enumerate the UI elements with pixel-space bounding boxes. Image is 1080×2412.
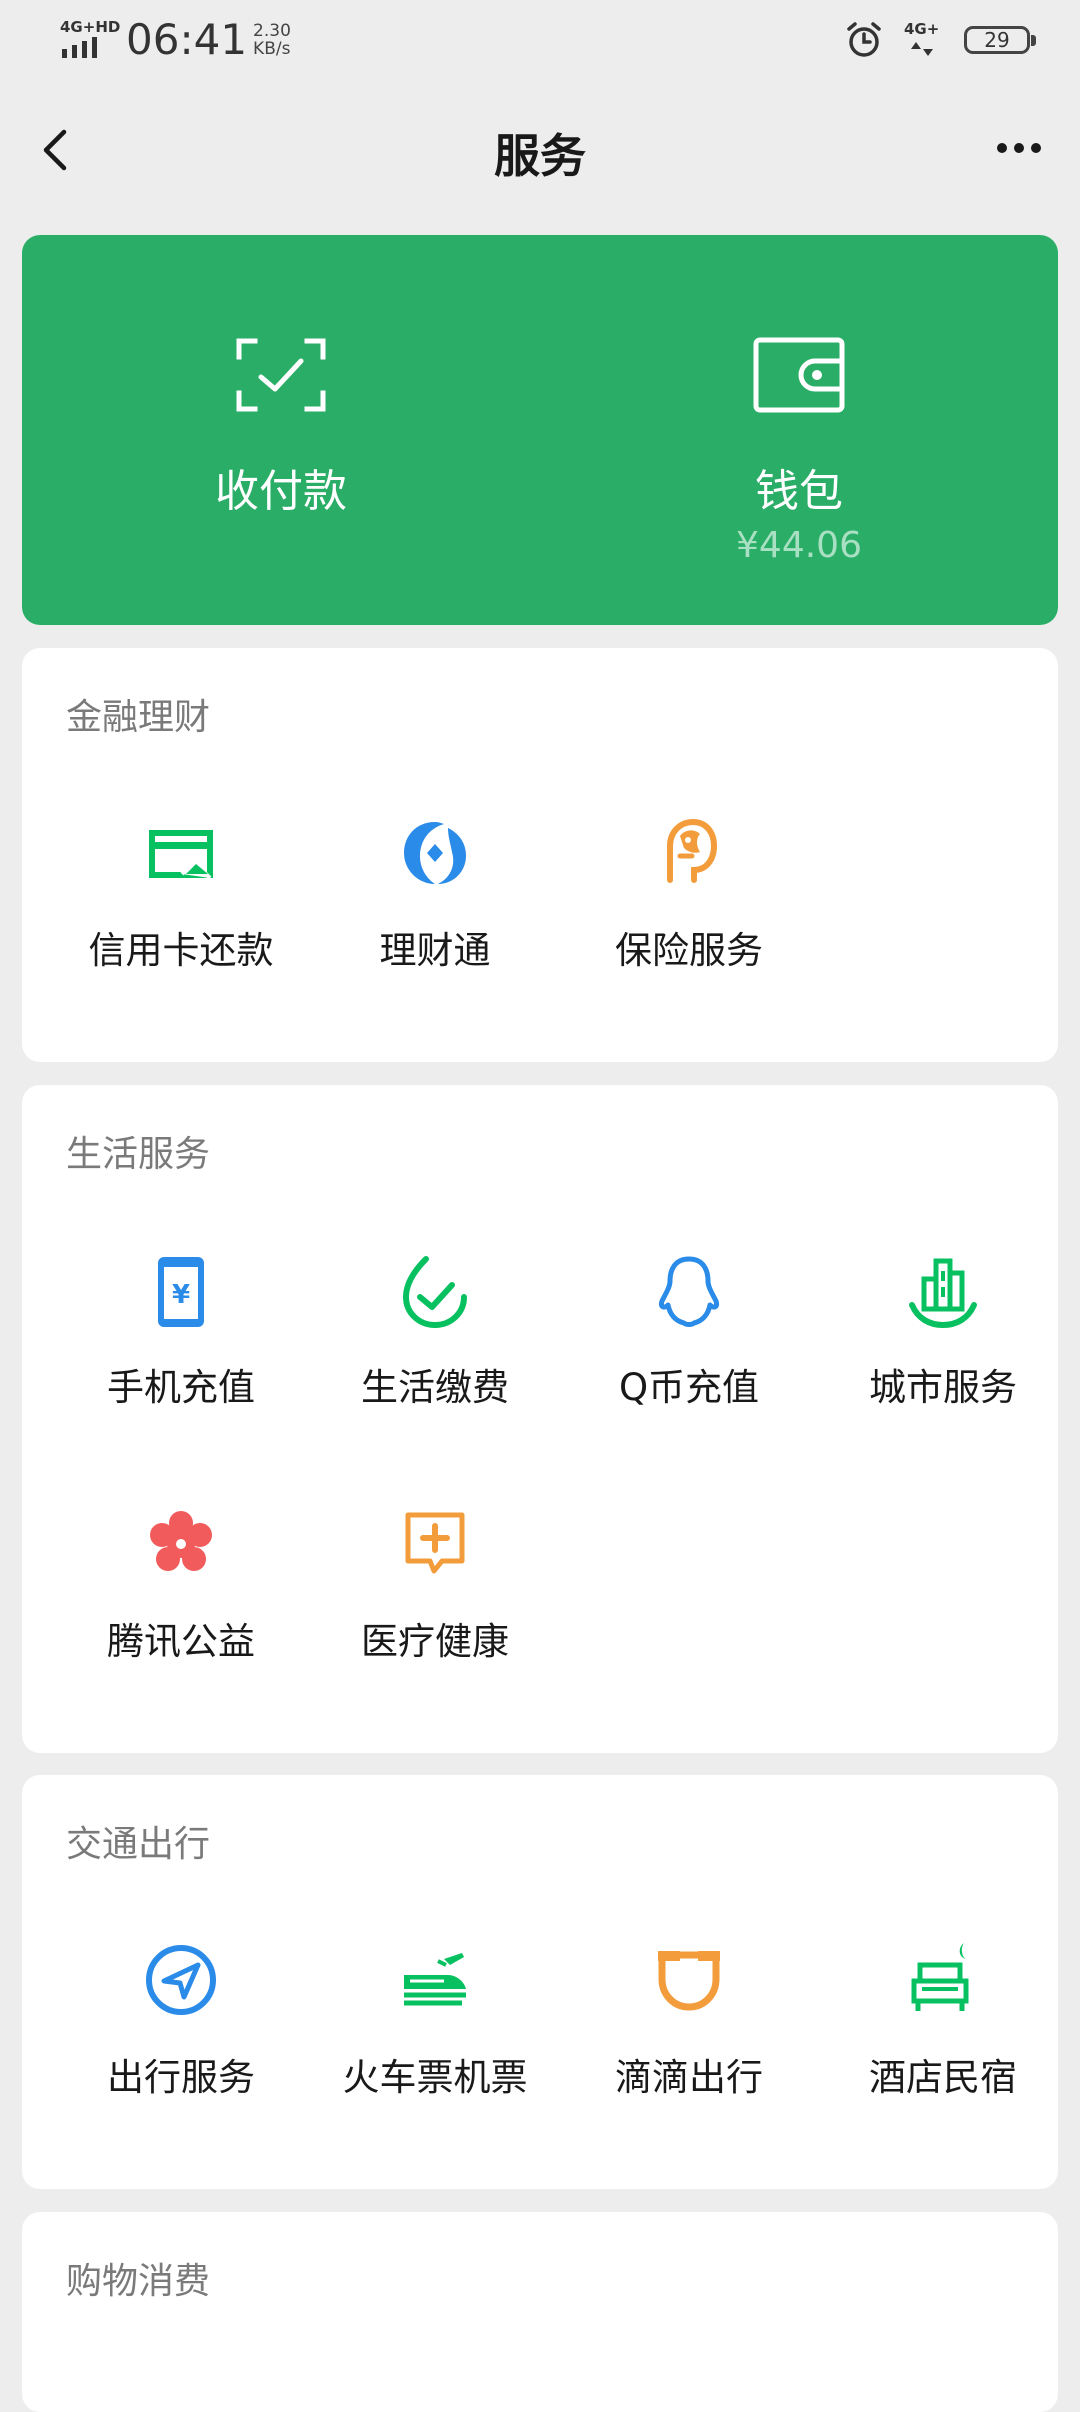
credit-card-icon: [149, 830, 213, 880]
didi-tile[interactable]: 滴滴出行: [562, 1935, 816, 2125]
insurance-tile[interactable]: 保险服务: [562, 808, 816, 998]
signal-icon: 4G+HD: [58, 18, 120, 62]
medical-health-tile[interactable]: 医疗健康: [308, 1499, 562, 1689]
section-life: 生活服务 ¥ 手机充值 生活缴费 Q币充值 城市服务 腾讯公益 医疗健康: [22, 1085, 1058, 1753]
section-title: 金融理财: [66, 697, 211, 738]
didi-icon: [658, 1951, 720, 2011]
section-transport: 交通出行 出行服务 火车票机票 滴滴出行 酒店民宿: [22, 1775, 1058, 2189]
network-type-right: 4G+: [904, 20, 940, 38]
qcoin-recharge-tile[interactable]: Q币充值: [562, 1245, 816, 1435]
section-title: 购物消费: [66, 2261, 211, 2302]
credit-card-repay-tile[interactable]: 信用卡还款: [54, 808, 308, 998]
tile-label: 理财通: [379, 929, 491, 972]
more-dots-icon: [997, 143, 1041, 153]
battery-icon: 29: [964, 26, 1036, 54]
city-services-tile[interactable]: 城市服务: [816, 1245, 1070, 1435]
tencent-charity-tile[interactable]: 腾讯公益: [54, 1499, 308, 1689]
page-title: 服务: [494, 129, 586, 183]
speed-unit: KB/s: [253, 39, 291, 59]
tile-label: 保险服务: [615, 929, 763, 972]
tile-label: 火车票机票: [342, 2056, 528, 2099]
phone-recharge-icon: ¥: [158, 1257, 204, 1327]
utility-check-icon: [402, 1256, 467, 1329]
section-title: 交通出行: [66, 1824, 211, 1865]
alarm-icon: [847, 22, 881, 57]
tile-label: Q币充值: [618, 1366, 760, 1409]
tile-label: 酒店民宿: [869, 2056, 1017, 2099]
pay-card: 收付款 钱包 ¥44.06: [22, 235, 1058, 625]
nav-bar: 服务: [0, 80, 1080, 220]
phone-recharge-tile[interactable]: ¥ 手机充值: [54, 1245, 308, 1435]
section-finance: 金融理财 信用卡还款 理财通 保险服务: [22, 648, 1058, 1062]
train-plane-icon: [404, 1953, 466, 2006]
tile-label: 城市服务: [869, 1366, 1017, 1409]
qq-penguin-icon: [659, 1256, 719, 1327]
receive-pay-button[interactable]: 收付款: [22, 235, 540, 625]
tile-label: 出行服务: [107, 2056, 255, 2099]
mobile-data-icon: 4G+: [904, 20, 944, 60]
wallet-button[interactable]: 钱包 ¥44.06: [540, 235, 1058, 625]
charity-flower-icon: [150, 1511, 212, 1571]
city-buildings-icon: [909, 1258, 977, 1329]
train-plane-tickets-tile[interactable]: 火车票机票: [308, 1935, 562, 2125]
hotel-bed-icon: [911, 1943, 969, 2011]
tile-label: 腾讯公益: [107, 1620, 255, 1663]
more-button[interactable]: [984, 118, 1054, 182]
travel-services-tile[interactable]: 出行服务: [54, 1935, 308, 2125]
section-shopping: 购物消费: [22, 2212, 1058, 2412]
tile-label: 医疗健康: [361, 1620, 509, 1663]
utility-payment-tile[interactable]: 生活缴费: [308, 1245, 562, 1435]
wealth-tile[interactable]: 理财通: [308, 808, 562, 998]
receive-pay-label: 收付款: [215, 466, 347, 517]
tile-label: 信用卡还款: [88, 929, 274, 972]
medical-cross-icon: [405, 1512, 465, 1574]
network-speed: 2.30 KB/s: [253, 22, 291, 58]
status-bar: 4G+HD 06:41 2.30 KB/s 4G+ 29: [0, 0, 1080, 80]
wallet-label: 钱包: [755, 466, 843, 517]
tile-label: 手机充值: [107, 1366, 255, 1409]
clock: 06:41: [126, 15, 248, 64]
svg-text:¥: ¥: [172, 1280, 190, 1310]
scan-check-icon: [236, 338, 326, 412]
tile-label: 滴滴出行: [615, 2056, 763, 2099]
wallet-balance: ¥44.06: [736, 525, 862, 566]
tile-label: 生活缴费: [361, 1366, 509, 1409]
navigation-arrow-icon: [146, 1945, 216, 2015]
speed-value: 2.30: [253, 21, 291, 41]
insurance-icon: [667, 818, 718, 883]
network-type: 4G+HD: [60, 18, 121, 36]
wallet-icon: [753, 337, 845, 413]
section-title: 生活服务: [66, 1134, 211, 1175]
hotel-tile[interactable]: 酒店民宿: [816, 1935, 1070, 2125]
wealth-icon: [404, 822, 466, 884]
